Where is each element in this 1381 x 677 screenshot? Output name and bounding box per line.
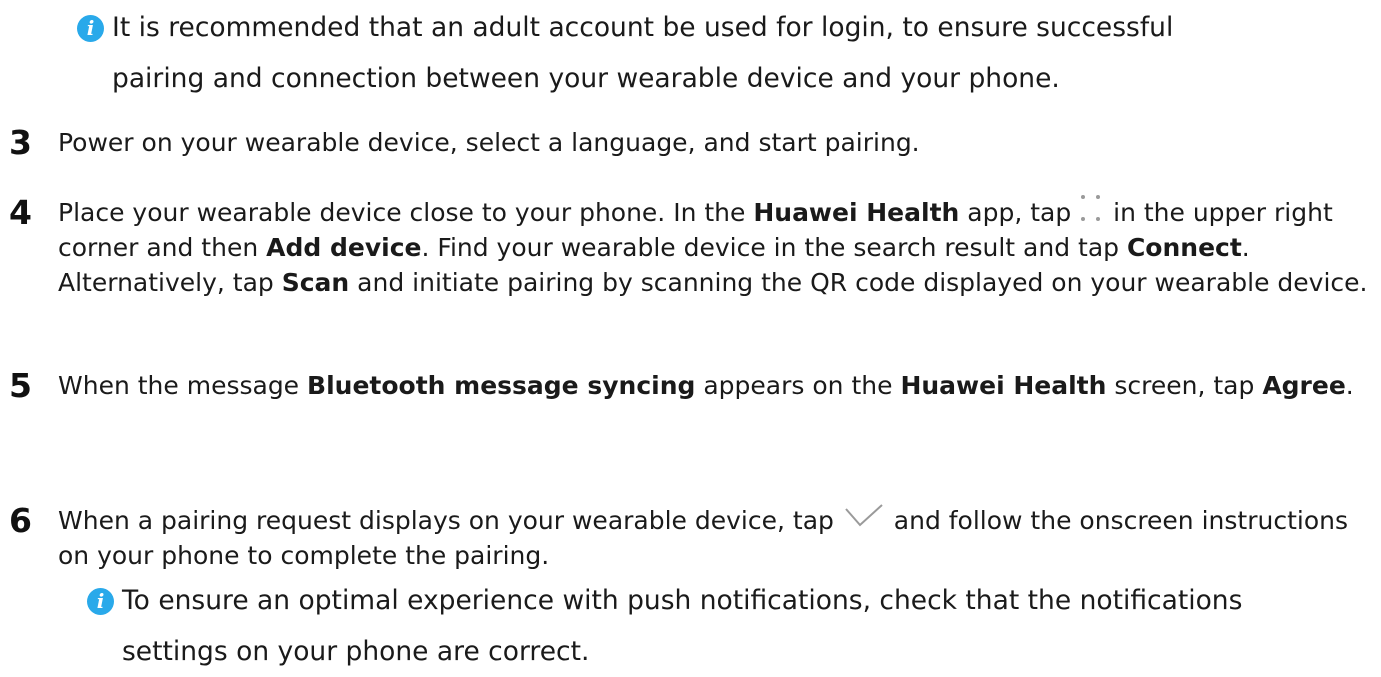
step-6: 6 When a pairing request displays on you… [0,503,1375,573]
text-run: . [1345,371,1354,400]
ui-label: Agree [1262,371,1346,400]
note-adult-account: i It is recommended that an adult accoun… [77,2,1357,104]
info-icon: i [77,15,104,42]
step-number: 4 [9,193,32,232]
step-text: Power on your wearable device, select a … [58,128,920,157]
text-run: When a pairing request displays on your … [58,506,842,535]
ui-label: Bluetooth message syncing [307,371,696,400]
info-icon: i [87,588,114,615]
text-run: and initiate pairing by scanning the QR … [349,268,1368,297]
text-run: app, tap [959,198,1080,227]
step-number: 5 [9,366,32,405]
ui-label: Add device [266,233,422,262]
text-run: screen, tap [1106,371,1263,400]
note-line-1: It is recommended that an adult account … [112,12,1174,43]
note-line-1: To ensure an optimal experience with pus… [122,585,1243,616]
step-text: When a pairing request displays on your … [58,503,1375,573]
text-run: When the message [58,371,308,400]
note-text: It is recommended that an adult account … [77,2,1357,104]
step-4: 4 Place your wearable device close to yo… [0,195,1375,300]
more-dots-icon [1079,195,1105,225]
step-number: 3 [9,123,32,162]
step-number: 6 [9,501,32,540]
note-line-2: settings on your phone are correct. [122,636,590,667]
step-3: 3 Power on your wearable device, select … [0,125,1375,160]
text-run: . Find your wearable device in the searc… [421,233,1127,262]
ui-label: Connect [1126,233,1242,262]
app-name: Huawei Health [900,371,1107,400]
app-name: Huawei Health [753,198,960,227]
ui-label: Scan [281,268,350,297]
check-icon [845,504,883,527]
step-text: When the message Bluetooth message synci… [58,368,1375,403]
text-run: Place your wearable device close to your… [58,198,754,227]
step-5: 5 When the message Bluetooth message syn… [0,368,1375,403]
text-run: appears on the [695,371,901,400]
step-text: Place your wearable device close to your… [58,195,1375,300]
note-line-2: pairing and connection between your wear… [112,63,1060,94]
